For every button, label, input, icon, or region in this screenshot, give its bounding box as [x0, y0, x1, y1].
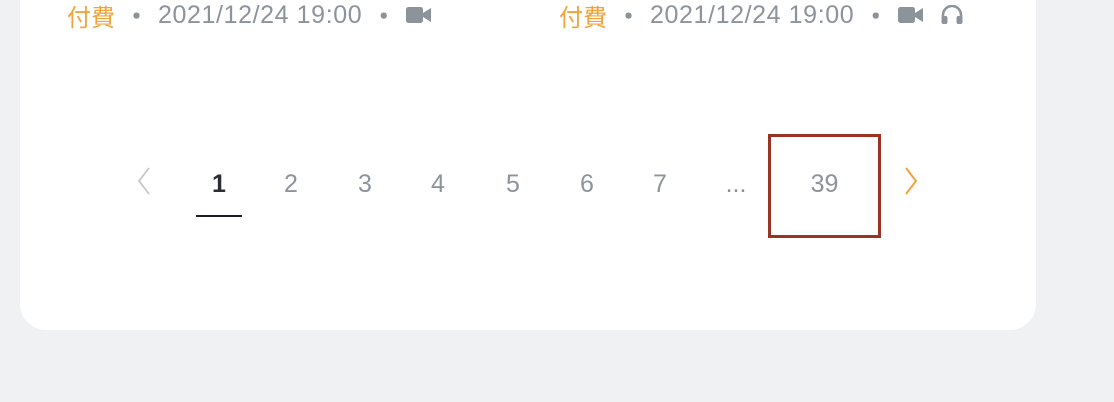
page-button-7[interactable]: 7 [637, 132, 683, 236]
event-meta-row: 付費 ・ 2021/12/24 19:00 ・ [559, 0, 964, 32]
price-label: 付費 [559, 3, 607, 32]
separator: ・ [371, 3, 397, 31]
page-button-4[interactable]: 4 [415, 132, 461, 236]
event-datetime: 2021/12/24 19:00 [158, 0, 363, 29]
chevron-right-icon [904, 166, 918, 203]
page-button-6[interactable]: 6 [564, 132, 610, 236]
page-button-5[interactable]: 5 [490, 132, 536, 236]
price-label: 付費 [67, 3, 115, 32]
page-button-39[interactable]: 39 [771, 132, 878, 236]
separator: ・ [616, 3, 642, 31]
event-datetime: 2021/12/24 19:00 [650, 0, 855, 29]
separator: ・ [124, 3, 150, 31]
page-button-3[interactable]: 3 [342, 132, 388, 236]
separator: ・ [863, 3, 889, 31]
page-button-2[interactable]: 2 [268, 132, 314, 236]
prev-page-button[interactable] [126, 132, 162, 236]
page-button-1[interactable]: 1 [196, 132, 242, 236]
event-meta-row: 付費 ・ 2021/12/24 19:00 ・ [67, 0, 432, 32]
pagination: 1 2 3 4 5 6 7 ... 39 [0, 132, 1114, 242]
page-ellipsis: ... [725, 169, 747, 198]
active-page-indicator [196, 215, 242, 217]
headphones-icon [940, 5, 964, 25]
chevron-left-icon [137, 166, 151, 203]
video-camera-icon [898, 6, 924, 24]
next-page-button[interactable] [893, 132, 929, 236]
video-camera-icon [406, 6, 432, 24]
